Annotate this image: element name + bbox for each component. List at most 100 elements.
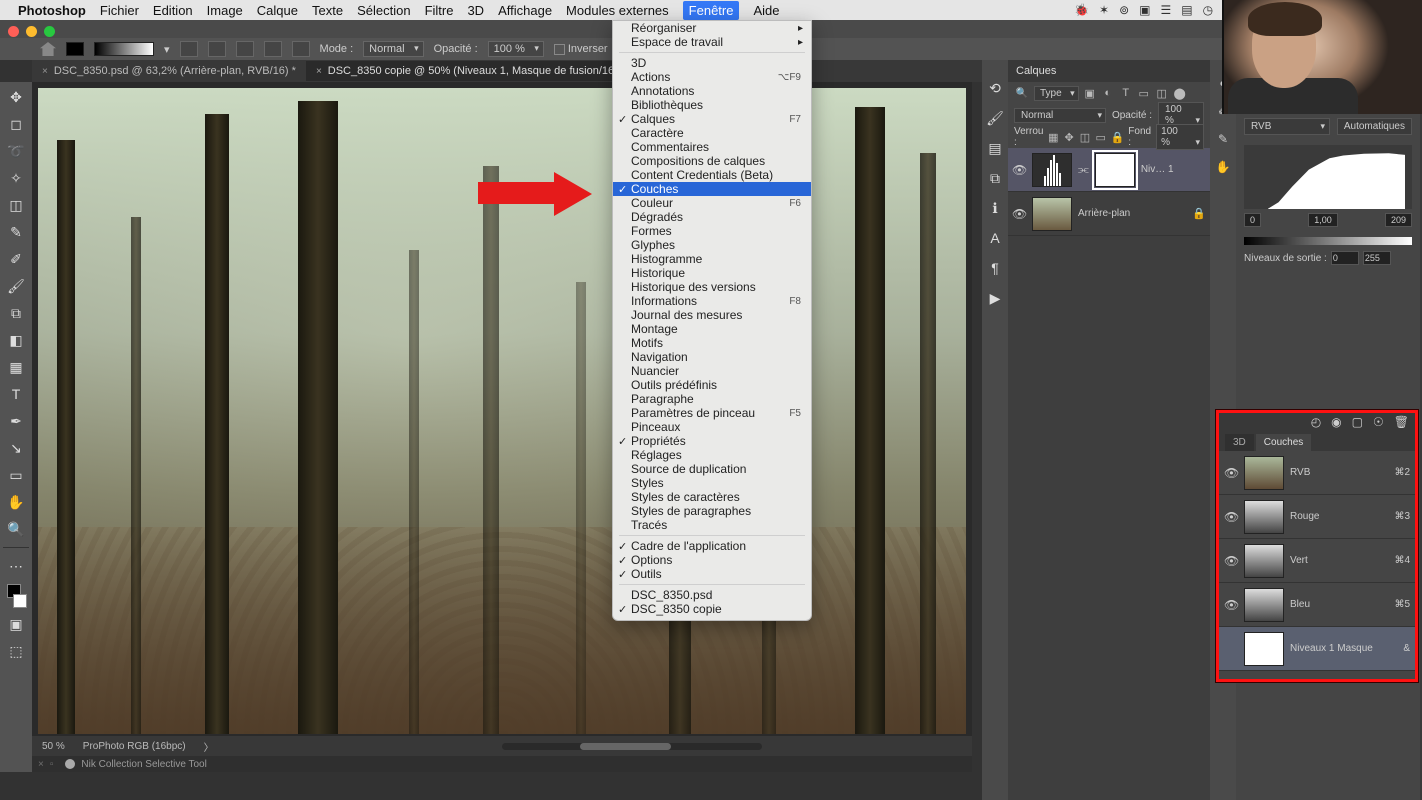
output-high[interactable] xyxy=(1363,251,1391,265)
mid-point[interactable]: 1,00 xyxy=(1308,213,1338,227)
path-tool[interactable]: ↘ xyxy=(5,437,27,459)
app-name[interactable]: Photoshop xyxy=(18,3,86,18)
channel-row[interactable]: 👁RVB⌘2 xyxy=(1219,451,1415,495)
menu-item[interactable]: Paramètres de pinceauF5 xyxy=(613,406,811,420)
search-icon[interactable]: 🔍 xyxy=(1014,85,1030,101)
load-selection-icon[interactable]: ◴ xyxy=(1311,415,1321,429)
crop-tool[interactable]: ◫ xyxy=(5,194,27,216)
quickmask-tool[interactable]: ▣ xyxy=(5,613,27,635)
clone-source-icon[interactable]: ⧉ xyxy=(987,170,1003,186)
zoom-tool[interactable]: 🔍 xyxy=(5,518,27,540)
menu-aide[interactable]: Aide xyxy=(753,3,779,18)
auto-button[interactable]: Automatiques xyxy=(1337,118,1412,135)
doc-icon[interactable]: ▤ xyxy=(1181,3,1192,17)
white-point[interactable]: 209 xyxy=(1385,213,1412,227)
layer-filter-type[interactable]: Type xyxy=(1034,86,1079,101)
lasso-tool[interactable]: ➰ xyxy=(5,140,27,162)
lock-position-icon[interactable]: ✥ xyxy=(1063,130,1075,144)
zoom-readout[interactable]: 50 % xyxy=(42,741,65,752)
camera-icon[interactable]: ▣ xyxy=(1139,3,1150,17)
menu-reorganiser[interactable]: Réorganiser xyxy=(613,21,811,35)
channel-row[interactable]: Niveaux 1 Masque& xyxy=(1219,627,1415,671)
minimize-icon[interactable]: ▫ xyxy=(50,759,54,770)
brush-icon[interactable]: 🖌 xyxy=(987,110,1003,126)
menu-item[interactable]: Formes xyxy=(613,224,811,238)
filter-image-icon[interactable]: ▣ xyxy=(1083,86,1097,100)
new-channel-icon[interactable]: ▢ xyxy=(1352,415,1363,429)
eye-icon[interactable]: ⊚ xyxy=(1119,3,1129,17)
color-swatches[interactable] xyxy=(5,582,27,608)
menu-edition[interactable]: Edition xyxy=(153,3,193,18)
channel-row[interactable]: 👁Vert⌘4 xyxy=(1219,539,1415,583)
menu-item[interactable]: Pinceaux xyxy=(613,420,811,434)
menu-item[interactable]: Journal des mesures xyxy=(613,308,811,322)
output-gradient[interactable] xyxy=(1244,237,1412,245)
brushes-icon[interactable]: ▤ xyxy=(987,140,1003,156)
tab-doc1[interactable]: ×DSC_8350.psd @ 63,2% (Arrière-plan, RVB… xyxy=(32,61,306,81)
menu-item[interactable]: Bibliothèques xyxy=(613,98,811,112)
menu-3d[interactable]: 3D xyxy=(467,3,484,18)
home-icon[interactable] xyxy=(40,42,56,56)
nik-icon[interactable] xyxy=(65,759,75,769)
visibility-icon[interactable]: 👁 xyxy=(1012,163,1026,177)
clone-tool[interactable]: ⧉ xyxy=(5,302,27,324)
close-icon[interactable]: × xyxy=(38,759,44,770)
menu-item[interactable]: Styles de paragraphes xyxy=(613,504,811,518)
character-icon[interactable]: A xyxy=(987,230,1003,246)
levels-histogram[interactable] xyxy=(1244,145,1412,209)
mode-select[interactable]: Normal xyxy=(363,41,423,57)
tab-doc2[interactable]: ×DSC_8350 copie @ 50% (Niveaux 1, Masque… xyxy=(306,61,635,81)
menu-item[interactable]: 3D xyxy=(613,56,811,70)
channel-row[interactable]: 👁Bleu⌘5 xyxy=(1219,583,1415,627)
gradient-type-4[interactable] xyxy=(264,41,282,57)
hand-tool[interactable]: ✋ xyxy=(5,491,27,513)
menu-calque[interactable]: Calque xyxy=(257,3,298,18)
lock-pixels-icon[interactable]: ▦ xyxy=(1047,130,1059,144)
delete-icon[interactable]: 🗑 xyxy=(1394,415,1409,429)
minimize-button[interactable] xyxy=(26,26,37,37)
menu-cadre-application[interactable]: ✓Cadre de l'application xyxy=(613,539,811,553)
channel-row[interactable]: 👁Rouge⌘3 xyxy=(1219,495,1415,539)
menu-item[interactable]: ✓Propriétés xyxy=(613,434,811,448)
lock-image-icon[interactable]: ◫ xyxy=(1079,130,1091,144)
visibility-icon[interactable]: 👁 xyxy=(1224,598,1238,612)
visibility-icon[interactable]: 👁 xyxy=(1012,207,1026,221)
filter-smart-icon[interactable]: ◫ xyxy=(1155,86,1169,100)
gradient-type-2[interactable] xyxy=(208,41,226,57)
menu-item[interactable]: Styles xyxy=(613,476,811,490)
menu-item[interactable]: Réglages xyxy=(613,448,811,462)
lock-artboard-icon[interactable]: ▭ xyxy=(1095,130,1107,144)
menu-item[interactable]: Outils prédéfinis xyxy=(613,378,811,392)
gradient-type-3[interactable] xyxy=(236,41,254,57)
zoom-button[interactable] xyxy=(44,26,55,37)
move-tool[interactable]: ✥ xyxy=(5,86,27,108)
menu-item[interactable]: Styles de caractères xyxy=(613,490,811,504)
lock-all-icon[interactable]: 🔒 xyxy=(1111,130,1125,144)
menu-modules-externes[interactable]: Modules externes xyxy=(566,3,669,18)
layer-fill[interactable]: 100 % xyxy=(1156,124,1204,150)
menu-fichier[interactable]: Fichier xyxy=(100,3,139,18)
gradient-type-1[interactable] xyxy=(180,41,198,57)
frame-tool[interactable]: ✎ xyxy=(5,221,27,243)
edit-toolbar[interactable]: ⋯ xyxy=(5,555,27,577)
visibility-icon[interactable]: 👁 xyxy=(1224,466,1238,480)
menu-item[interactable]: InformationsF8 xyxy=(613,294,811,308)
brush-tool[interactable]: 🖌 xyxy=(5,275,27,297)
menu-item[interactable]: Tracés xyxy=(613,518,811,532)
link-icon[interactable]: ☉ xyxy=(1373,415,1384,429)
menu-item[interactable]: Paragraphe xyxy=(613,392,811,406)
close-button[interactable] xyxy=(8,26,19,37)
black-point[interactable]: 0 xyxy=(1244,213,1261,227)
filter-adjust-icon[interactable]: ◐ xyxy=(1101,86,1115,100)
close-icon[interactable]: × xyxy=(42,66,48,77)
menu-item[interactable]: Compositions de calques xyxy=(613,154,811,168)
visibility-icon[interactable]: 👁 xyxy=(1224,554,1238,568)
output-low[interactable] xyxy=(1331,251,1359,265)
wand-tool[interactable]: ✧ xyxy=(5,167,27,189)
info-icon[interactable]: ℹ xyxy=(987,200,1003,216)
menu-espace-travail[interactable]: Espace de travail xyxy=(613,35,811,49)
menu-affichage[interactable]: Affichage xyxy=(498,3,552,18)
pen-tool[interactable]: ✒ xyxy=(5,410,27,432)
close-icon[interactable]: × xyxy=(316,66,322,77)
menu-outils[interactable]: ✓Outils xyxy=(613,567,811,581)
